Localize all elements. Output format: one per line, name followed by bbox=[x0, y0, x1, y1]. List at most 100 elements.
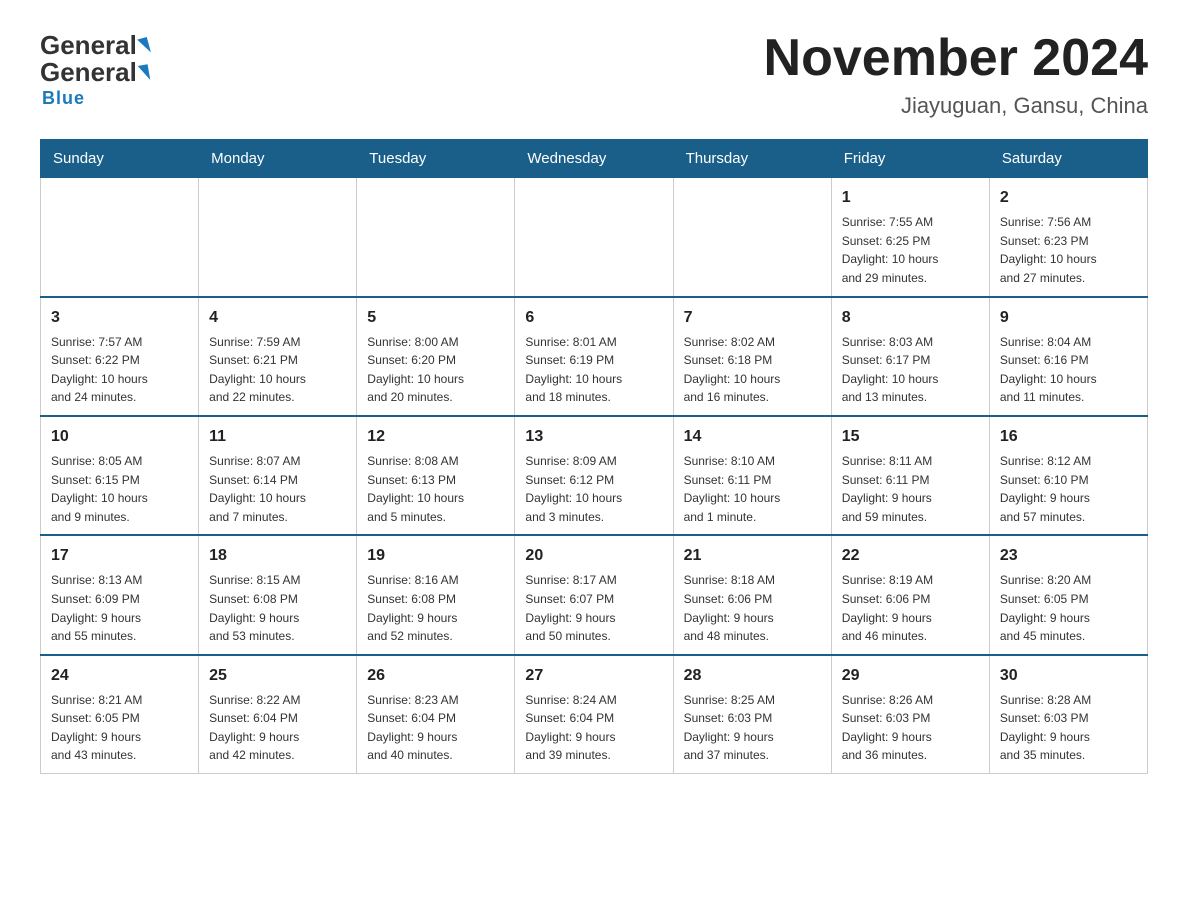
calendar-cell: 10 Sunrise: 8:05 AM Sunset: 6:15 PM Dayli… bbox=[41, 416, 199, 535]
calendar-week-0: 1Sunrise: 7:55 AM Sunset: 6:25 PM Daylig… bbox=[41, 178, 1148, 297]
calendar-cell: 7 Sunrise: 8:02 AM Sunset: 6:18 PM Daylig… bbox=[673, 297, 831, 416]
calendar-cell: 11 Sunrise: 8:07 AM Sunset: 6:14 PM Dayli… bbox=[199, 416, 357, 535]
calendar-header-saturday: Saturday bbox=[989, 140, 1147, 178]
calendar-cell: 15 Sunrise: 8:11 AM Sunset: 6:11 PM Dayli… bbox=[831, 416, 989, 535]
day-info: Sunrise: 8:18 AM Sunset: 6:06 PM Dayligh… bbox=[684, 571, 821, 645]
day-number: 16 bbox=[1000, 425, 1137, 449]
calendar-cell bbox=[357, 178, 515, 297]
calendar-week-3: 17 Sunrise: 8:13 AM Sunset: 6:09 PM Dayli… bbox=[41, 535, 1148, 654]
day-info: Sunrise: 8:20 AM Sunset: 6:05 PM Dayligh… bbox=[1000, 571, 1137, 645]
day-number: 27 bbox=[525, 664, 662, 688]
day-number: 17 bbox=[51, 544, 188, 568]
day-info: Sunrise: 8:00 AM Sunset: 6:20 PM Dayligh… bbox=[367, 333, 504, 407]
calendar-cell: 20 Sunrise: 8:17 AM Sunset: 6:07 PM Dayli… bbox=[515, 535, 673, 654]
day-info: Sunrise: 8:25 AM Sunset: 6:03 PM Dayligh… bbox=[684, 691, 821, 765]
day-info: Sunrise: 8:05 AM Sunset: 6:15 PM Dayligh… bbox=[51, 452, 188, 526]
day-info: Sunrise: 8:04 AM Sunset: 6:16 PM Dayligh… bbox=[1000, 333, 1137, 407]
day-info: Sunrise: 8:17 AM Sunset: 6:07 PM Dayligh… bbox=[525, 571, 662, 645]
calendar-cell: 14 Sunrise: 8:10 AM Sunset: 6:11 PM Dayli… bbox=[673, 416, 831, 535]
day-info: Sunrise: 8:11 AM Sunset: 6:11 PM Dayligh… bbox=[842, 452, 979, 526]
calendar-cell: 30 Sunrise: 8:28 AM Sunset: 6:03 PM Dayli… bbox=[989, 655, 1147, 774]
day-number: 6 bbox=[525, 306, 662, 330]
day-number: 4 bbox=[209, 306, 346, 330]
day-info: Sunrise: 7:59 AM Sunset: 6:21 PM Dayligh… bbox=[209, 333, 346, 407]
calendar-cell: 2 Sunrise: 7:56 AM Sunset: 6:23 PM Daylig… bbox=[989, 178, 1147, 297]
calendar-cell: 28 Sunrise: 8:25 AM Sunset: 6:03 PM Dayli… bbox=[673, 655, 831, 774]
calendar-header-wednesday: Wednesday bbox=[515, 140, 673, 178]
logo: General General Blue bbox=[40, 30, 149, 109]
calendar-cell: 19Sunrise: 8:16 AM Sunset: 6:08 PM Dayli… bbox=[357, 535, 515, 654]
calendar-cell: 6 Sunrise: 8:01 AM Sunset: 6:19 PM Daylig… bbox=[515, 297, 673, 416]
day-number: 3 bbox=[51, 306, 188, 330]
day-number: 22 bbox=[842, 544, 979, 568]
day-number: 24 bbox=[51, 664, 188, 688]
day-number: 23 bbox=[1000, 544, 1137, 568]
day-number: 8 bbox=[842, 306, 979, 330]
day-info: Sunrise: 7:55 AM Sunset: 6:25 PM Dayligh… bbox=[842, 213, 979, 287]
day-info: Sunrise: 8:21 AM Sunset: 6:05 PM Dayligh… bbox=[51, 691, 188, 765]
calendar-header-sunday: Sunday bbox=[41, 140, 199, 178]
calendar-cell: 21 Sunrise: 8:18 AM Sunset: 6:06 PM Dayli… bbox=[673, 535, 831, 654]
calendar-table: SundayMondayTuesdayWednesdayThursdayFrid… bbox=[40, 139, 1148, 774]
calendar-cell bbox=[673, 178, 831, 297]
day-info: Sunrise: 7:57 AM Sunset: 6:22 PM Dayligh… bbox=[51, 333, 188, 407]
calendar-cell: 16Sunrise: 8:12 AM Sunset: 6:10 PM Dayli… bbox=[989, 416, 1147, 535]
calendar-header-monday: Monday bbox=[199, 140, 357, 178]
calendar-cell: 8 Sunrise: 8:03 AM Sunset: 6:17 PM Daylig… bbox=[831, 297, 989, 416]
day-number: 21 bbox=[684, 544, 821, 568]
calendar-cell: 18Sunrise: 8:15 AM Sunset: 6:08 PM Dayli… bbox=[199, 535, 357, 654]
calendar-cell: 9 Sunrise: 8:04 AM Sunset: 6:16 PM Daylig… bbox=[989, 297, 1147, 416]
day-info: Sunrise: 8:07 AM Sunset: 6:14 PM Dayligh… bbox=[209, 452, 346, 526]
logo-arrow-icon bbox=[138, 64, 151, 81]
day-number: 30 bbox=[1000, 664, 1137, 688]
day-number: 7 bbox=[684, 306, 821, 330]
day-number: 18 bbox=[209, 544, 346, 568]
day-info: Sunrise: 8:03 AM Sunset: 6:17 PM Dayligh… bbox=[842, 333, 979, 407]
day-number: 15 bbox=[842, 425, 979, 449]
location-title: Jiayuguan, Gansu, China bbox=[764, 93, 1148, 119]
calendar-header-thursday: Thursday bbox=[673, 140, 831, 178]
calendar-cell: 3 Sunrise: 7:57 AM Sunset: 6:22 PM Daylig… bbox=[41, 297, 199, 416]
day-number: 26 bbox=[367, 664, 504, 688]
day-info: Sunrise: 8:01 AM Sunset: 6:19 PM Dayligh… bbox=[525, 333, 662, 407]
day-number: 11 bbox=[209, 425, 346, 449]
day-number: 20 bbox=[525, 544, 662, 568]
day-info: Sunrise: 7:56 AM Sunset: 6:23 PM Dayligh… bbox=[1000, 213, 1137, 287]
day-number: 5 bbox=[367, 306, 504, 330]
day-number: 2 bbox=[1000, 186, 1137, 210]
calendar-week-4: 24 Sunrise: 8:21 AM Sunset: 6:05 PM Dayli… bbox=[41, 655, 1148, 774]
day-info: Sunrise: 8:19 AM Sunset: 6:06 PM Dayligh… bbox=[842, 571, 979, 645]
calendar-cell: 4 Sunrise: 7:59 AM Sunset: 6:21 PM Daylig… bbox=[199, 297, 357, 416]
day-info: Sunrise: 8:08 AM Sunset: 6:13 PM Dayligh… bbox=[367, 452, 504, 526]
calendar-cell: 17 Sunrise: 8:13 AM Sunset: 6:09 PM Dayli… bbox=[41, 535, 199, 654]
day-number: 9 bbox=[1000, 306, 1137, 330]
day-info: Sunrise: 8:24 AM Sunset: 6:04 PM Dayligh… bbox=[525, 691, 662, 765]
day-info: Sunrise: 8:23 AM Sunset: 6:04 PM Dayligh… bbox=[367, 691, 504, 765]
day-number: 14 bbox=[684, 425, 821, 449]
calendar-cell: 12 Sunrise: 8:08 AM Sunset: 6:13 PM Dayli… bbox=[357, 416, 515, 535]
day-number: 28 bbox=[684, 664, 821, 688]
calendar-cell: 27 Sunrise: 8:24 AM Sunset: 6:04 PM Dayli… bbox=[515, 655, 673, 774]
day-number: 13 bbox=[525, 425, 662, 449]
title-section: November 2024 Jiayuguan, Gansu, China bbox=[764, 30, 1148, 119]
day-info: Sunrise: 8:10 AM Sunset: 6:11 PM Dayligh… bbox=[684, 452, 821, 526]
day-info: Sunrise: 8:13 AM Sunset: 6:09 PM Dayligh… bbox=[51, 571, 188, 645]
day-info: Sunrise: 8:16 AM Sunset: 6:08 PM Dayligh… bbox=[367, 571, 504, 645]
day-number: 29 bbox=[842, 664, 979, 688]
day-info: Sunrise: 8:28 AM Sunset: 6:03 PM Dayligh… bbox=[1000, 691, 1137, 765]
day-number: 10 bbox=[51, 425, 188, 449]
logo-blue-text: Blue bbox=[42, 88, 85, 109]
calendar-cell: 24 Sunrise: 8:21 AM Sunset: 6:05 PM Dayli… bbox=[41, 655, 199, 774]
calendar-header-row: SundayMondayTuesdayWednesdayThursdayFrid… bbox=[41, 140, 1148, 178]
logo-triangle-icon bbox=[137, 36, 151, 54]
day-info: Sunrise: 8:09 AM Sunset: 6:12 PM Dayligh… bbox=[525, 452, 662, 526]
day-info: Sunrise: 8:26 AM Sunset: 6:03 PM Dayligh… bbox=[842, 691, 979, 765]
logo-general-text2: General bbox=[40, 57, 137, 88]
calendar-cell: 26 Sunrise: 8:23 AM Sunset: 6:04 PM Dayli… bbox=[357, 655, 515, 774]
calendar-cell: 1Sunrise: 7:55 AM Sunset: 6:25 PM Daylig… bbox=[831, 178, 989, 297]
day-number: 12 bbox=[367, 425, 504, 449]
day-info: Sunrise: 8:02 AM Sunset: 6:18 PM Dayligh… bbox=[684, 333, 821, 407]
calendar-header-friday: Friday bbox=[831, 140, 989, 178]
calendar-header-tuesday: Tuesday bbox=[357, 140, 515, 178]
calendar-week-1: 3 Sunrise: 7:57 AM Sunset: 6:22 PM Daylig… bbox=[41, 297, 1148, 416]
